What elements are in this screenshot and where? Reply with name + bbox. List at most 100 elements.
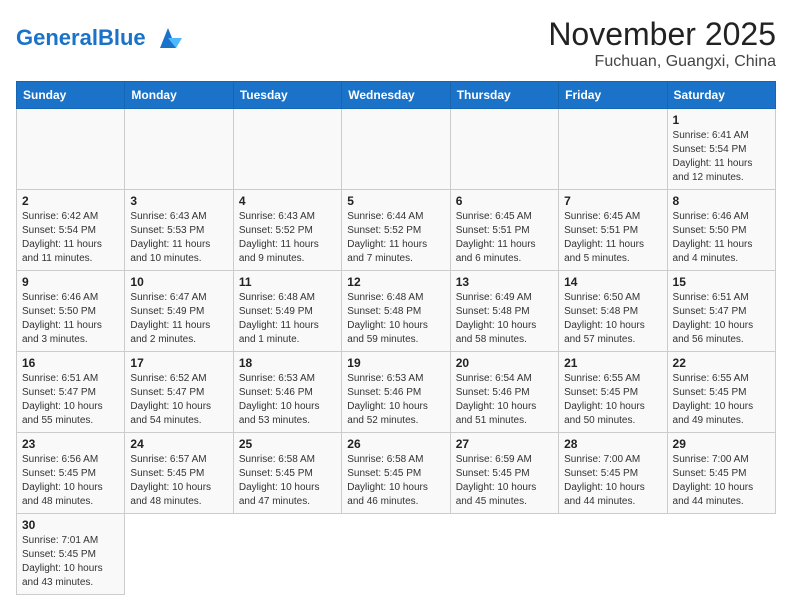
- day-info: Sunrise: 6:51 AMSunset: 5:47 PMDaylight:…: [22, 372, 119, 428]
- empty-day-cell: [233, 109, 341, 190]
- day-cell-13: 13 Sunrise: 6:49 AMSunset: 5:48 PMDayligh…: [450, 271, 558, 352]
- title-block: November 2025 Fuchuan, Guangxi, China: [548, 16, 776, 71]
- day-cell-16: 16 Sunrise: 6:51 AMSunset: 5:47 PMDayligh…: [17, 352, 125, 433]
- day-number: 2: [22, 194, 119, 208]
- day-cell-11: 11 Sunrise: 6:48 AMSunset: 5:49 PMDayligh…: [233, 271, 341, 352]
- day-info: Sunrise: 6:56 AMSunset: 5:45 PMDaylight:…: [22, 453, 119, 509]
- day-info: Sunrise: 6:46 AMSunset: 5:50 PMDaylight:…: [22, 291, 119, 347]
- empty-day-cell: [17, 109, 125, 190]
- day-number: 26: [347, 437, 444, 451]
- day-cell-4: 4 Sunrise: 6:43 AMSunset: 5:52 PMDaylight…: [233, 190, 341, 271]
- day-number: 20: [456, 356, 553, 370]
- calendar-week-row: 2 Sunrise: 6:42 AMSunset: 5:54 PMDaylight…: [17, 190, 776, 271]
- logo-general: General: [16, 25, 98, 50]
- day-cell-2: 2 Sunrise: 6:42 AMSunset: 5:54 PMDaylight…: [17, 190, 125, 271]
- day-number: 18: [239, 356, 336, 370]
- day-info: Sunrise: 6:45 AMSunset: 5:51 PMDaylight:…: [564, 210, 661, 266]
- day-number: 8: [673, 194, 770, 208]
- weekday-header-monday: Monday: [125, 82, 233, 109]
- day-info: Sunrise: 6:55 AMSunset: 5:45 PMDaylight:…: [673, 372, 770, 428]
- weekday-header-row: SundayMondayTuesdayWednesdayThursdayFrid…: [17, 82, 776, 109]
- day-cell-3: 3 Sunrise: 6:43 AMSunset: 5:53 PMDaylight…: [125, 190, 233, 271]
- day-info: Sunrise: 7:00 AMSunset: 5:45 PMDaylight:…: [564, 453, 661, 509]
- day-info: Sunrise: 6:54 AMSunset: 5:46 PMDaylight:…: [456, 372, 553, 428]
- day-cell-15: 15Sunrise: 6:51 AMSunset: 5:47 PMDayligh…: [667, 271, 775, 352]
- day-info: Sunrise: 6:47 AMSunset: 5:49 PMDaylight:…: [130, 291, 227, 347]
- day-number: 7: [564, 194, 661, 208]
- day-info: Sunrise: 6:55 AMSunset: 5:45 PMDaylight:…: [564, 372, 661, 428]
- day-cell-30: 30 Sunrise: 7:01 AMSunset: 5:45 PMDayligh…: [17, 514, 125, 595]
- day-cell-29: 29 Sunrise: 7:00 AMSunset: 5:45 PMDayligh…: [667, 433, 775, 514]
- day-cell-9: 9 Sunrise: 6:46 AMSunset: 5:50 PMDaylight…: [17, 271, 125, 352]
- day-cell-22: 22 Sunrise: 6:55 AMSunset: 5:45 PMDayligh…: [667, 352, 775, 433]
- month-year: November 2025: [548, 16, 776, 53]
- day-number: 17: [130, 356, 227, 370]
- day-info: Sunrise: 6:58 AMSunset: 5:45 PMDaylight:…: [239, 453, 336, 509]
- day-cell-18: 18Sunrise: 6:53 AMSunset: 5:46 PMDayligh…: [233, 352, 341, 433]
- empty-day-cell: [125, 109, 233, 190]
- day-number: 12: [347, 275, 444, 289]
- day-number: 22: [673, 356, 770, 370]
- day-number: 24: [130, 437, 227, 451]
- day-number: 10: [130, 275, 227, 289]
- day-cell-12: 12 Sunrise: 6:48 AMSunset: 5:48 PMDayligh…: [342, 271, 450, 352]
- day-number: 21: [564, 356, 661, 370]
- day-number: 3: [130, 194, 227, 208]
- day-cell-6: 6Sunrise: 6:45 AMSunset: 5:51 PMDaylight…: [450, 190, 558, 271]
- empty-day-cell: [559, 109, 667, 190]
- day-info: Sunrise: 6:44 AMSunset: 5:52 PMDaylight:…: [347, 210, 444, 266]
- day-number: 11: [239, 275, 336, 289]
- day-info: Sunrise: 6:50 AMSunset: 5:48 PMDaylight:…: [564, 291, 661, 347]
- day-info: Sunrise: 6:48 AMSunset: 5:49 PMDaylight:…: [239, 291, 336, 347]
- day-cell-10: 10 Sunrise: 6:47 AMSunset: 5:49 PMDayligh…: [125, 271, 233, 352]
- day-cell-25: 25 Sunrise: 6:58 AMSunset: 5:45 PMDayligh…: [233, 433, 341, 514]
- day-number: 25: [239, 437, 336, 451]
- calendar-week-row: 30 Sunrise: 7:01 AMSunset: 5:45 PMDayligh…: [17, 514, 776, 595]
- weekday-header-friday: Friday: [559, 82, 667, 109]
- day-info: Sunrise: 6:43 AMSunset: 5:52 PMDaylight:…: [239, 210, 336, 266]
- calendar-week-row: 16 Sunrise: 6:51 AMSunset: 5:47 PMDayligh…: [17, 352, 776, 433]
- logo-blue: Blue: [98, 25, 146, 50]
- day-cell-23: 23 Sunrise: 6:56 AMSunset: 5:45 PMDayligh…: [17, 433, 125, 514]
- day-number: 4: [239, 194, 336, 208]
- weekday-header-thursday: Thursday: [450, 82, 558, 109]
- day-number: 23: [22, 437, 119, 451]
- day-cell-27: 27Sunrise: 6:59 AMSunset: 5:45 PMDayligh…: [450, 433, 558, 514]
- day-info: Sunrise: 6:48 AMSunset: 5:48 PMDaylight:…: [347, 291, 444, 347]
- day-info: Sunrise: 6:58 AMSunset: 5:45 PMDaylight:…: [347, 453, 444, 509]
- day-info: Sunrise: 6:42 AMSunset: 5:54 PMDaylight:…: [22, 210, 119, 266]
- day-cell-8: 8Sunrise: 6:46 AMSunset: 5:50 PMDaylight…: [667, 190, 775, 271]
- day-number: 5: [347, 194, 444, 208]
- calendar-week-row: 9 Sunrise: 6:46 AMSunset: 5:50 PMDaylight…: [17, 271, 776, 352]
- empty-day-cell: [342, 109, 450, 190]
- day-number: 16: [22, 356, 119, 370]
- day-info: Sunrise: 6:51 AMSunset: 5:47 PMDaylight:…: [673, 291, 770, 347]
- weekday-header-sunday: Sunday: [17, 82, 125, 109]
- day-info: Sunrise: 6:43 AMSunset: 5:53 PMDaylight:…: [130, 210, 227, 266]
- day-cell-17: 17 Sunrise: 6:52 AMSunset: 5:47 PMDayligh…: [125, 352, 233, 433]
- calendar-week-row: 1 Sunrise: 6:41 AMSunset: 5:54 PMDaylight…: [17, 109, 776, 190]
- day-number: 19: [347, 356, 444, 370]
- day-info: Sunrise: 7:01 AMSunset: 5:45 PMDaylight:…: [22, 534, 119, 590]
- day-number: 29: [673, 437, 770, 451]
- day-cell-14: 14Sunrise: 6:50 AMSunset: 5:48 PMDayligh…: [559, 271, 667, 352]
- weekday-header-tuesday: Tuesday: [233, 82, 341, 109]
- day-cell-21: 21 Sunrise: 6:55 AMSunset: 5:45 PMDayligh…: [559, 352, 667, 433]
- logo-text: GeneralBlue: [16, 25, 146, 50]
- day-number: 27: [456, 437, 553, 451]
- day-number: 1: [673, 113, 770, 127]
- day-info: Sunrise: 7:00 AMSunset: 5:45 PMDaylight:…: [673, 453, 770, 509]
- day-info: Sunrise: 6:52 AMSunset: 5:47 PMDaylight:…: [130, 372, 227, 428]
- day-number: 13: [456, 275, 553, 289]
- weekday-header-wednesday: Wednesday: [342, 82, 450, 109]
- day-info: Sunrise: 6:41 AMSunset: 5:54 PMDaylight:…: [673, 129, 770, 185]
- day-cell-24: 24Sunrise: 6:57 AMSunset: 5:45 PMDayligh…: [125, 433, 233, 514]
- logo: GeneralBlue: [16, 20, 186, 56]
- calendar-table: SundayMondayTuesdayWednesdayThursdayFrid…: [16, 81, 776, 595]
- day-cell-26: 26 Sunrise: 6:58 AMSunset: 5:45 PMDayligh…: [342, 433, 450, 514]
- day-info: Sunrise: 6:45 AMSunset: 5:51 PMDaylight:…: [456, 210, 553, 266]
- day-number: 9: [22, 275, 119, 289]
- day-info: Sunrise: 6:49 AMSunset: 5:48 PMDaylight:…: [456, 291, 553, 347]
- day-number: 30: [22, 518, 119, 532]
- page-header: GeneralBlue November 2025 Fuchuan, Guang…: [16, 16, 776, 71]
